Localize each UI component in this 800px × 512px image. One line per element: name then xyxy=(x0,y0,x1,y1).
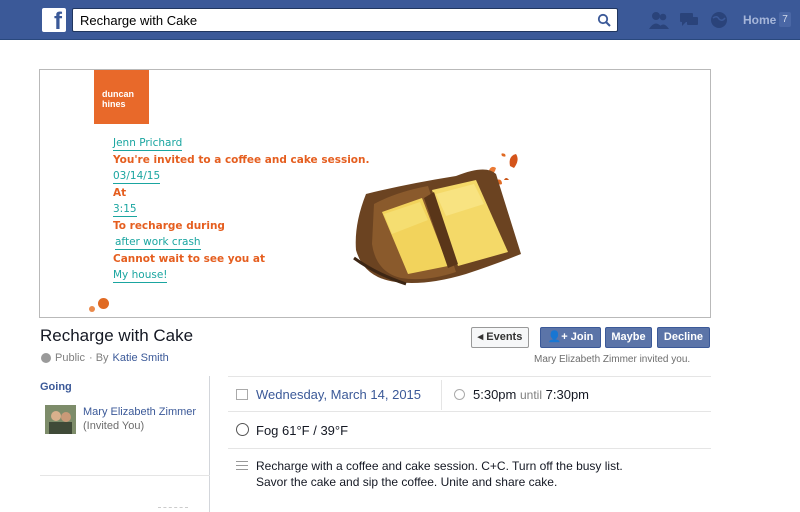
maybe-button[interactable]: Maybe xyxy=(605,327,652,348)
weather-icon xyxy=(236,423,249,436)
date-time-row: Wednesday, March 14, 2015 5:30pm until 7… xyxy=(228,376,711,411)
search-icon[interactable] xyxy=(597,13,611,27)
orange-dot xyxy=(89,306,95,312)
invite-line: My house! xyxy=(113,269,168,283)
event-details: Wednesday, March 14, 2015 5:30pm until 7… xyxy=(228,376,711,512)
decline-button[interactable]: Decline xyxy=(657,327,710,348)
invite-line: To recharge during xyxy=(113,220,225,232)
event-time: 5:30pm until 7:30pm xyxy=(473,387,590,402)
chevron-left-icon: ◂ xyxy=(477,331,487,343)
invited-by-note: Mary Elizabeth Zimmer invited you. xyxy=(534,354,691,365)
cake-slice-illustration xyxy=(353,169,521,286)
attendee-name[interactable]: Mary Elizabeth Zimmer xyxy=(83,406,196,418)
events-back-button[interactable]: ◂ Events xyxy=(471,327,529,348)
public-globe-icon xyxy=(41,353,51,363)
home-count-badge: 7 xyxy=(779,12,791,27)
event-cover-photo: duncan hines Jenn Prichard You're invite… xyxy=(39,69,711,318)
invite-line: Cannot wait to see you at xyxy=(113,253,266,265)
invite-line: 3:15 xyxy=(113,203,137,217)
description-icon xyxy=(236,461,248,473)
join-button[interactable]: 👤+ Join xyxy=(540,327,601,348)
by-label: · By xyxy=(88,352,109,364)
invite-line: after work crash xyxy=(115,236,201,250)
orange-dot xyxy=(98,298,109,309)
event-title: Recharge with Cake xyxy=(40,326,194,345)
home-link[interactable]: Home xyxy=(743,13,776,27)
description-row: Recharge with a coffee and cake session.… xyxy=(228,448,711,512)
top-navigation-bar: f Home 7 xyxy=(0,0,800,40)
facebook-logo[interactable]: f xyxy=(42,8,66,32)
notifications-globe-icon[interactable] xyxy=(708,10,730,30)
weather-row: Fog 61°F / 39°F xyxy=(228,411,711,448)
going-heading[interactable]: Going xyxy=(40,381,72,393)
jewel-icons xyxy=(648,10,730,30)
divider xyxy=(158,507,188,508)
event-meta: Public · By Katie Smith xyxy=(41,352,169,364)
search-box[interactable] xyxy=(72,8,618,32)
weather-forecast: Fog 61°F / 39°F xyxy=(256,423,349,438)
host-link[interactable]: Katie Smith xyxy=(113,352,169,364)
friend-requests-icon[interactable] xyxy=(648,10,670,30)
invite-line: 03/14/15 xyxy=(113,170,161,184)
search-input[interactable] xyxy=(73,9,583,31)
event-description: Recharge with a coffee and cake session.… xyxy=(256,459,623,489)
event-date[interactable]: Wednesday, March 14, 2015 xyxy=(256,387,421,402)
duncan-hines-logo: duncan hines xyxy=(94,70,149,124)
attendee-note: (Invited You) xyxy=(83,420,145,432)
going-sidebar: Going Mary Elizabeth Zimmer (Invited You… xyxy=(40,376,210,512)
avatar[interactable] xyxy=(45,405,76,434)
invite-line: At xyxy=(113,187,127,199)
add-person-icon: 👤+ xyxy=(547,331,571,343)
divider xyxy=(441,380,442,410)
privacy-label: Public xyxy=(55,352,85,364)
clock-icon xyxy=(454,389,465,400)
messages-icon[interactable] xyxy=(678,10,700,30)
invite-line: You're invited to a coffee and cake sess… xyxy=(113,154,370,166)
invite-line: Jenn Prichard xyxy=(113,137,183,151)
calendar-icon xyxy=(236,389,248,400)
divider xyxy=(40,475,210,476)
